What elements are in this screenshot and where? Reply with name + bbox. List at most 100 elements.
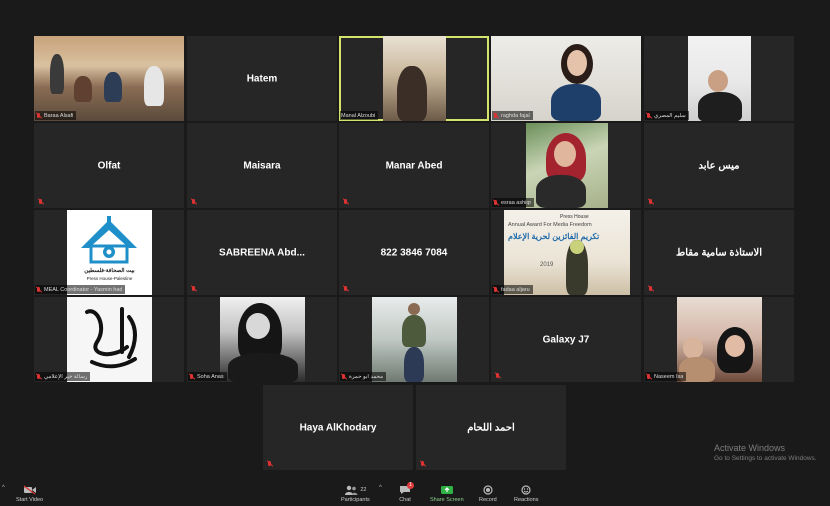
participant-tile[interactable]: SABREENA Abd... bbox=[187, 210, 337, 295]
participant-tile[interactable]: Soha Anas bbox=[187, 297, 337, 382]
participant-name: Haya AlKhodary bbox=[299, 422, 377, 433]
participant-video bbox=[526, 123, 608, 208]
participant-video bbox=[372, 297, 457, 382]
share-screen-icon bbox=[440, 484, 453, 495]
participant-tile[interactable]: Haya AlKhodary bbox=[263, 385, 413, 470]
record-label: Record bbox=[479, 497, 497, 503]
logo-english-text: Press House-Palestine bbox=[86, 276, 133, 281]
participant-tile[interactable]: raghda fajal bbox=[491, 36, 641, 121]
participants-icon: 22 bbox=[344, 484, 366, 495]
muted-mic-icon bbox=[191, 199, 197, 205]
participant-name-bar: raghda fajal bbox=[492, 111, 533, 120]
participant-name: الاستاذة سامية مقاط bbox=[675, 247, 763, 258]
participant-video bbox=[688, 36, 751, 121]
muted-mic-icon bbox=[646, 112, 652, 119]
participant-tile[interactable]: ميس عابد bbox=[644, 123, 794, 208]
reactions-button[interactable]: Reactions bbox=[514, 484, 538, 503]
participant-video bbox=[491, 36, 641, 121]
participant-name: fadaa aljaru bbox=[501, 286, 530, 293]
muted-mic-icon bbox=[36, 286, 42, 293]
share-screen-button[interactable]: Share Screen bbox=[430, 484, 464, 503]
chat-icon: 1 bbox=[399, 482, 414, 495]
record-icon bbox=[483, 484, 493, 495]
participant-tile[interactable]: Hatem bbox=[187, 36, 337, 121]
participant-name-bar: Naseem Isa bbox=[645, 372, 687, 381]
participant-name-bar: esraa ashiqr bbox=[492, 198, 535, 207]
start-video-button[interactable]: Start Video bbox=[16, 484, 43, 503]
participant-tile[interactable]: Maisara bbox=[187, 123, 337, 208]
participant-tile[interactable]: محمد ابو حمزة bbox=[339, 297, 489, 382]
watermark-title: Activate Windows bbox=[714, 443, 786, 453]
participant-video bbox=[677, 297, 762, 382]
participants-label: Participants bbox=[341, 497, 370, 503]
participant-video bbox=[220, 297, 305, 382]
participant-tile[interactable]: Naseem Isa bbox=[644, 297, 794, 382]
participant-name: SABREENA Abd... bbox=[219, 247, 305, 258]
participant-video bbox=[67, 297, 152, 382]
banner-english-text: Annual Award For Media Freedom bbox=[508, 222, 592, 228]
participant-name: Galaxy J7 bbox=[542, 334, 590, 345]
participant-name: MEAL Coordinator - Yasmin had bbox=[44, 286, 123, 293]
participant-name: Maisara bbox=[243, 160, 281, 171]
chevron-up-icon[interactable]: ^ bbox=[379, 485, 382, 491]
meeting-toolbar: ^ Start Video 22 Participants ^ 1 Chat S… bbox=[0, 482, 830, 506]
participant-name: Soha Anas bbox=[197, 373, 224, 380]
participant-name-bar: Manal Alzoubi bbox=[340, 111, 379, 120]
participant-tile[interactable]: بيت الصحافة-فلسطين Press House-Palestine… bbox=[34, 210, 184, 295]
muted-mic-icon bbox=[267, 461, 273, 467]
chat-button[interactable]: 1 Chat bbox=[399, 482, 414, 503]
participant-name: ميس عابد bbox=[698, 160, 740, 171]
participant-tile[interactable]: Press House Annual Award For Media Freed… bbox=[491, 210, 641, 295]
participant-tile[interactable]: Baraa Alsafi bbox=[34, 36, 184, 121]
participant-tile[interactable]: esraa ashiqr bbox=[491, 123, 641, 208]
participant-tile[interactable]: Galaxy J7 bbox=[491, 297, 641, 382]
participant-name-bar: سليم المصري bbox=[645, 111, 689, 120]
participant-name: Manal Alzoubi bbox=[341, 112, 376, 119]
muted-mic-icon bbox=[493, 112, 499, 119]
participant-tile-active-speaker[interactable]: Manal Alzoubi bbox=[339, 36, 489, 121]
muted-mic-icon bbox=[343, 286, 349, 292]
start-video-label: Start Video bbox=[16, 497, 44, 503]
muted-mic-icon bbox=[36, 112, 42, 119]
participant-tile[interactable]: سليم المصري bbox=[644, 36, 794, 121]
participant-tile[interactable]: أحمد اللحام bbox=[416, 385, 566, 470]
banner-top-text: Press House bbox=[560, 214, 589, 220]
banner-year-text: 2019 bbox=[540, 262, 554, 268]
press-house-logo: بيت الصحافة-فلسطين Press House-Palestine bbox=[67, 210, 152, 295]
participant-name: Olfat bbox=[97, 160, 121, 171]
participant-name: سليم المصري bbox=[654, 112, 686, 119]
participant-name: محمد ابو حمزة bbox=[349, 373, 384, 380]
participants-count: 22 bbox=[360, 486, 367, 493]
reactions-icon bbox=[521, 484, 531, 495]
participant-name-bar: Baraa Alsafi bbox=[35, 111, 77, 120]
participant-tile[interactable]: Manar Abed bbox=[339, 123, 489, 208]
participant-name-bar: MEAL Coordinator - Yasmin had bbox=[35, 285, 126, 294]
chat-badge: 1 bbox=[407, 482, 414, 489]
participants-button[interactable]: 22 Participants bbox=[341, 484, 370, 503]
muted-mic-icon bbox=[646, 373, 652, 380]
participant-tile[interactable]: 822 3846 7084 bbox=[339, 210, 489, 295]
participant-name: raghda fajal bbox=[501, 112, 530, 119]
participant-tile[interactable]: الاستاذة سامية مقاط bbox=[644, 210, 794, 295]
reactions-label: Reactions bbox=[514, 497, 539, 503]
muted-mic-icon bbox=[648, 286, 654, 292]
logo-arabic-text: بيت الصحافة-فلسطين bbox=[84, 268, 135, 274]
participant-tile[interactable]: Olfat bbox=[34, 123, 184, 208]
participant-name: 822 3846 7084 bbox=[380, 247, 448, 258]
banner-arabic-text: تكريم الفائزين لحرية الإعلام bbox=[508, 232, 600, 241]
watermark-subtitle: Go to Settings to activate Windows. bbox=[714, 455, 817, 462]
participant-name: Naseem Isa bbox=[654, 373, 684, 380]
muted-mic-icon bbox=[493, 286, 499, 293]
muted-mic-icon bbox=[191, 286, 197, 292]
muted-mic-icon bbox=[36, 373, 42, 380]
muted-mic-icon bbox=[420, 461, 426, 467]
participant-name: Hatem bbox=[246, 73, 278, 84]
calligraphy-logo-icon bbox=[85, 307, 137, 369]
record-button[interactable]: Record bbox=[479, 484, 497, 503]
participant-tile[interactable]: رسالة خير الإعلامي bbox=[34, 297, 184, 382]
activate-windows-watermark: Activate Windows Go to Settings to activ… bbox=[714, 443, 817, 462]
chat-label: Chat bbox=[399, 497, 411, 503]
participant-name: Manar Abed bbox=[385, 160, 443, 171]
chevron-up-icon[interactable]: ^ bbox=[2, 485, 5, 491]
house-logo-icon bbox=[81, 216, 137, 264]
